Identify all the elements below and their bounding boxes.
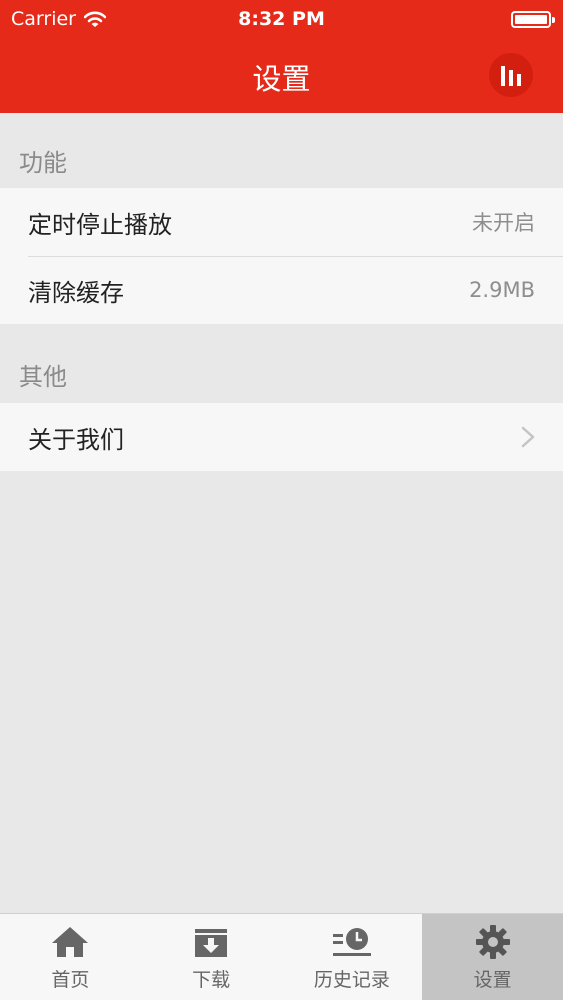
clear-cache-row[interactable]: 清除缓存 2.9MB xyxy=(0,256,563,324)
now-playing-button[interactable] xyxy=(489,53,533,97)
row-label: 定时停止播放 xyxy=(28,210,172,239)
battery-icon xyxy=(511,11,555,28)
nav-header: Carrier 8:32 PM 设置 xyxy=(0,0,563,113)
about-us-row[interactable]: 关于我们 xyxy=(0,403,563,471)
section-header-other: 其他 xyxy=(19,363,67,391)
tab-download[interactable]: 下载 xyxy=(141,914,282,1000)
settings-group-other: 关于我们 xyxy=(0,403,563,471)
tab-history[interactable]: 历史记录 xyxy=(282,914,423,1000)
tab-label: 历史记录 xyxy=(313,969,390,991)
chevron-right-icon xyxy=(521,426,535,448)
tab-label: 下载 xyxy=(192,969,231,991)
row-value: 未开启 xyxy=(472,211,535,235)
home-icon xyxy=(52,927,89,957)
tab-settings[interactable]: 设置 xyxy=(422,914,563,1000)
history-icon xyxy=(332,928,371,956)
status-time: 8:32 PM xyxy=(238,8,325,30)
row-value: 2.9MB xyxy=(469,278,535,302)
page-title: 设置 xyxy=(252,62,311,96)
tab-home[interactable]: 首页 xyxy=(0,914,141,1000)
settings-group-functions: 定时停止播放 未开启 清除缓存 2.9MB xyxy=(0,188,563,324)
tab-bar: 首页 下载 历史记录 设置 xyxy=(0,913,563,1000)
download-icon xyxy=(195,929,228,957)
section-header-functions: 功能 xyxy=(19,149,67,177)
status-bar: Carrier 8:32 PM xyxy=(0,0,563,38)
tab-label: 设置 xyxy=(473,969,512,991)
equalizer-icon xyxy=(501,66,521,86)
row-label: 关于我们 xyxy=(28,425,124,454)
sleep-timer-row[interactable]: 定时停止播放 未开启 xyxy=(0,188,563,256)
gear-icon xyxy=(475,925,510,959)
tab-label: 首页 xyxy=(51,969,90,991)
row-label: 清除缓存 xyxy=(28,278,124,307)
